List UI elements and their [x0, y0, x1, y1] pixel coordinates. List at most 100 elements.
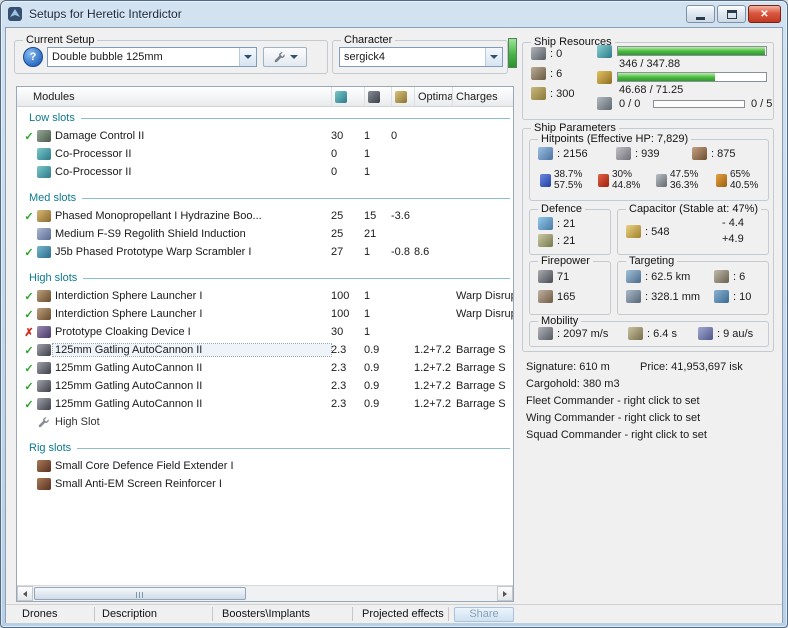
module-name: 125mm Gatling AutoCannon II: [52, 343, 332, 357]
kinetic-resist-icon: [656, 173, 667, 187]
em-resist-icon: [540, 173, 551, 187]
fitted-check-icon: ✓: [24, 344, 34, 357]
tab-separator: [94, 607, 95, 621]
setup-dropdown-button[interactable]: [239, 48, 256, 66]
tab-separator: [448, 607, 449, 621]
table-row[interactable]: ✓ Damage Control II 30 1 0: [17, 127, 513, 145]
structure-hp-value: : 875: [711, 147, 736, 160]
chevron-down-icon: [490, 55, 498, 59]
close-button[interactable]: ✕: [748, 5, 781, 23]
setup-tools-button[interactable]: [263, 47, 307, 67]
table-row-selected[interactable]: ✓ 125mm Gatling AutoCannon II 2.3 0.9 1.…: [17, 341, 513, 359]
firepower-group: Firepower 71 165: [529, 255, 611, 315]
charges-value: Warp Disrupt Probe: [456, 290, 513, 302]
help-button[interactable]: ?: [23, 47, 43, 67]
armor-hp-value: : 939: [635, 147, 660, 160]
powergrid-usage-column-icon: [368, 90, 380, 103]
character-status-bar: [508, 38, 517, 68]
scrollbar-grip: [136, 592, 144, 598]
cap-value: 0: [391, 130, 398, 142]
cpu-bar: [617, 46, 767, 56]
table-row[interactable]: ✓ Phased Monopropellant I Hydrazine Boo.…: [17, 207, 513, 225]
charges-column-header: Charges: [452, 87, 513, 106]
setups-window: Setups for Heretic Interdictor ✕ Current…: [0, 0, 788, 628]
tab-drones[interactable]: Drones: [22, 608, 57, 620]
modules-table: Modules Optimal Charges Low slots ✓ Dama…: [16, 86, 514, 602]
module-icon: [37, 228, 51, 241]
module-name: Small Core Defence Field Extender I: [55, 460, 234, 472]
hitpoints-group: Hitpoints (Effective HP: 7,829) : 2156 :…: [529, 133, 769, 201]
cpu-value: 100: [331, 308, 350, 320]
charges-value: Barrage S: [456, 398, 506, 410]
max-targets-icon: [714, 270, 729, 283]
section-header-med-slots: Med slots: [17, 189, 513, 207]
pg-value: 0.9: [364, 380, 380, 392]
table-row[interactable]: Medium F-S9 Regolith Shield Induction 25…: [17, 225, 513, 243]
table-row[interactable]: ✓ 125mm Gatling AutoCannon II 2.3 0.9 1.…: [17, 377, 513, 395]
tab-description[interactable]: Description: [102, 608, 157, 620]
module-name: Co-Processor II: [55, 166, 132, 178]
section-title: High slots: [29, 272, 78, 284]
table-row[interactable]: ✓ 125mm Gatling AutoCannon II 2.3 0.9 1.…: [17, 359, 513, 377]
pg-value: 1: [364, 308, 371, 320]
drones-count-text: 0 / 0: [619, 98, 641, 110]
dronebay-icon: [597, 97, 612, 110]
horizontal-scrollbar[interactable]: [17, 585, 513, 601]
table-row-empty-high-slot[interactable]: High Slot: [17, 413, 513, 431]
table-row[interactable]: Co-Processor II 0 1: [17, 163, 513, 181]
section-line: [82, 197, 510, 199]
share-button[interactable]: Share: [454, 607, 514, 622]
minimize-button[interactable]: [686, 5, 715, 23]
wing-commander-text[interactable]: Wing Commander - right click to set: [526, 412, 700, 424]
module-name: Interdiction Sphere Launcher I: [55, 308, 203, 320]
cpu-icon: [597, 45, 612, 58]
table-row[interactable]: Small Anti-EM Screen Reinforcer I: [17, 475, 513, 493]
module-name: 125mm Gatling AutoCannon II: [55, 362, 203, 374]
scroll-right-arrow[interactable]: [497, 586, 513, 601]
scroll-left-arrow[interactable]: [17, 586, 33, 601]
calibration-icon: [531, 87, 546, 100]
character-dropdown-button[interactable]: [485, 48, 502, 66]
maximize-button[interactable]: [717, 5, 746, 23]
tab-projected-effects[interactable]: Projected effects: [362, 608, 444, 620]
module-icon: [37, 210, 51, 223]
table-row[interactable]: ✓ Interdiction Sphere Launcher I 100 1 W…: [17, 287, 513, 305]
fleet-commander-text[interactable]: Fleet Commander - right click to set: [526, 395, 700, 407]
fitted-check-icon: ✓: [24, 246, 34, 259]
section-line: [80, 117, 510, 119]
scrollbar-track[interactable]: [33, 586, 497, 601]
cpu-value: 25: [331, 228, 344, 240]
module-name: Phased Monopropellant I Hydrazine Boo...: [55, 210, 262, 222]
wrench-icon: [38, 416, 49, 427]
bandwidth-bar: [653, 100, 745, 108]
turret-hardpoints-value: : 0: [550, 47, 563, 60]
mobility-group: Mobility : 2097 m/s : 6.4 s : 9 au/s: [529, 315, 769, 347]
squad-commander-text[interactable]: Squad Commander - right click to set: [526, 429, 707, 441]
fitted-check-icon: ✓: [24, 362, 34, 375]
module-icon: [37, 166, 51, 179]
table-row[interactable]: Co-Processor II 0 1: [17, 145, 513, 163]
structure-hp-icon: [692, 147, 707, 160]
calibration-value: : 300: [550, 87, 575, 100]
optimal-value: 8.6: [414, 246, 430, 258]
section-line: [83, 277, 510, 279]
setup-dropdown[interactable]: Double bubble 125mm: [47, 47, 257, 67]
armor-kinetic-resist: 36.3%: [670, 180, 699, 191]
table-row[interactable]: ✓ 125mm Gatling AutoCannon II 2.3 0.9 1.…: [17, 395, 513, 413]
scrollbar-thumb[interactable]: [34, 587, 246, 600]
capacitor-title: Capacitor (Stable at: 47%): [626, 203, 762, 215]
table-row[interactable]: ✗ Prototype Cloaking Device I 30 1: [17, 323, 513, 341]
table-row[interactable]: ✓ J5b Phased Prototype Warp Scrambler I …: [17, 243, 513, 261]
table-row[interactable]: ✓ Interdiction Sphere Launcher I 100 1 W…: [17, 305, 513, 323]
section-header-low-slots: Low slots: [17, 109, 513, 127]
table-row[interactable]: Small Core Defence Field Extender I: [17, 457, 513, 475]
titlebar: Setups for Heretic Interdictor ✕: [1, 1, 787, 27]
character-dropdown[interactable]: sergick4: [339, 47, 503, 67]
turret-hardpoint-icon: [531, 47, 546, 60]
targeting-range-value: : 62.5 km: [645, 270, 691, 283]
shield-recharge-value: : 21: [557, 217, 576, 230]
modules-table-header: Modules Optimal Charges: [17, 87, 513, 107]
armor-hp-icon: [616, 147, 631, 160]
tab-boosters-implants[interactable]: Boosters\Implants: [222, 608, 310, 620]
capacitor-usage-column-icon: [395, 90, 407, 103]
